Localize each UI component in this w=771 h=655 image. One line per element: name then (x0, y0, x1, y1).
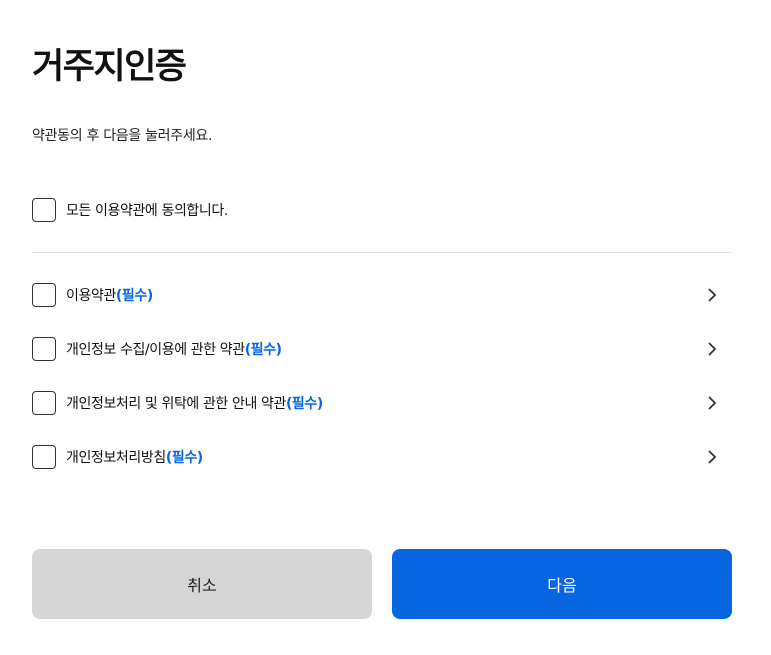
required-tag: (필수) (285, 396, 323, 412)
terms-row-privacy-consignment[interactable]: 개인정보처리 및 위탁에 관한 안내 약관(필수) (32, 389, 732, 417)
terms-row-privacy-policy[interactable]: 개인정보처리방침(필수) (32, 443, 732, 471)
required-tag: (필수) (165, 450, 203, 466)
agree-all-row[interactable]: 모든 이용약관에 동의합니다. (32, 196, 732, 224)
chevron-right-icon[interactable] (704, 449, 720, 465)
terms-row-service[interactable]: 이용약관(필수) (32, 281, 732, 309)
terms-checkbox-privacy-policy[interactable] (32, 445, 56, 469)
chevron-right-icon[interactable] (704, 395, 720, 411)
page-title: 거주지인증 (32, 47, 187, 87)
required-tag: (필수) (244, 342, 282, 358)
required-tag: (필수) (115, 288, 153, 304)
page-subtitle: 약관동의 후 다음을 눌러주세요. (32, 128, 213, 144)
terms-label-privacy-consignment: 개인정보처리 및 위탁에 관한 안내 약관(필수) (66, 396, 323, 412)
agree-all-label: 모든 이용약관에 동의합니다. (66, 203, 228, 219)
terms-checkbox-privacy-collection[interactable] (32, 337, 56, 361)
terms-label-privacy-collection: 개인정보 수집/이용에 관한 약관(필수) (66, 342, 282, 358)
chevron-right-icon[interactable] (704, 341, 720, 357)
cancel-button[interactable]: 취소 (32, 549, 372, 619)
terms-checkbox-privacy-consignment[interactable] (32, 391, 56, 415)
agree-all-checkbox[interactable] (32, 198, 56, 222)
terms-label-privacy-policy: 개인정보처리방침(필수) (66, 450, 203, 466)
chevron-right-icon[interactable] (704, 287, 720, 303)
divider (32, 252, 732, 253)
terms-checkbox-service[interactable] (32, 283, 56, 307)
next-button[interactable]: 다음 (392, 549, 732, 619)
terms-row-privacy-collection[interactable]: 개인정보 수집/이용에 관한 약관(필수) (32, 335, 732, 363)
terms-label-service: 이용약관(필수) (66, 288, 153, 304)
